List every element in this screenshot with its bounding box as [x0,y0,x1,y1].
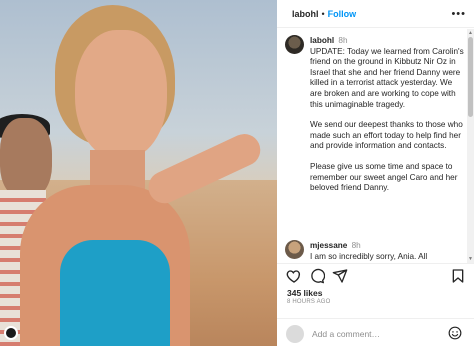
likes-count[interactable]: 345 likes [287,288,322,298]
caption-body: labohl 8h UPDATE: Today we learned from … [310,36,465,194]
comment-time: 8h [351,241,361,250]
comment-username[interactable]: mjessane [310,241,347,250]
post-actions [277,263,474,285]
caption-username[interactable]: labohl [310,36,334,45]
heart-icon[interactable] [286,268,302,284]
emoji-icon[interactable] [448,326,462,340]
caption-time: 8h [338,36,348,45]
post-username[interactable]: labohl [292,9,319,19]
post-header: labohl • Follow ••• [277,0,474,28]
tagged-user-icon[interactable] [4,326,18,340]
comment-avatar[interactable] [285,240,304,259]
post-timestamp[interactable]: 8 HOURS AGO [287,299,331,305]
caption-paragraph-2: We send our deepest thanks to those who … [310,120,463,151]
post-photo[interactable] [0,0,277,346]
share-icon[interactable] [332,268,348,284]
comment-icon[interactable] [309,268,326,284]
photo-swimsuit [60,240,170,346]
follow-button[interactable]: Follow [328,9,357,19]
comment-body: mjessane 8h I am so incredibly sorry, An… [310,241,465,262]
add-comment-bar [277,318,474,346]
caption-paragraph-3: Please give us some time and space to re… [310,161,458,193]
scrollbar-thumb[interactable] [468,37,473,117]
caption-paragraph-1: UPDATE: Today we learned from Carolin's … [310,46,464,109]
scroll-up-icon[interactable]: ▲ [468,30,473,36]
bookmark-icon[interactable] [450,268,466,284]
comments-scrollbar[interactable]: ▲ ▼ [467,29,474,263]
more-options-icon[interactable]: ••• [451,8,466,20]
comments-list[interactable]: labohl 8h UPDATE: Today we learned from … [277,29,467,263]
photo-man-head [0,118,52,198]
post-side-panel: labohl • Follow ••• labohl 8h UPDATE: To… [277,0,474,346]
header-separator: • [321,8,325,19]
comment-text: I am so incredibly sorry, Ania. All [310,251,428,261]
caption-avatar[interactable] [285,35,304,54]
scroll-down-icon[interactable]: ▼ [468,256,473,262]
current-user-avatar [286,325,304,343]
add-comment-input[interactable] [312,327,442,341]
photo-woman-face [75,30,167,160]
